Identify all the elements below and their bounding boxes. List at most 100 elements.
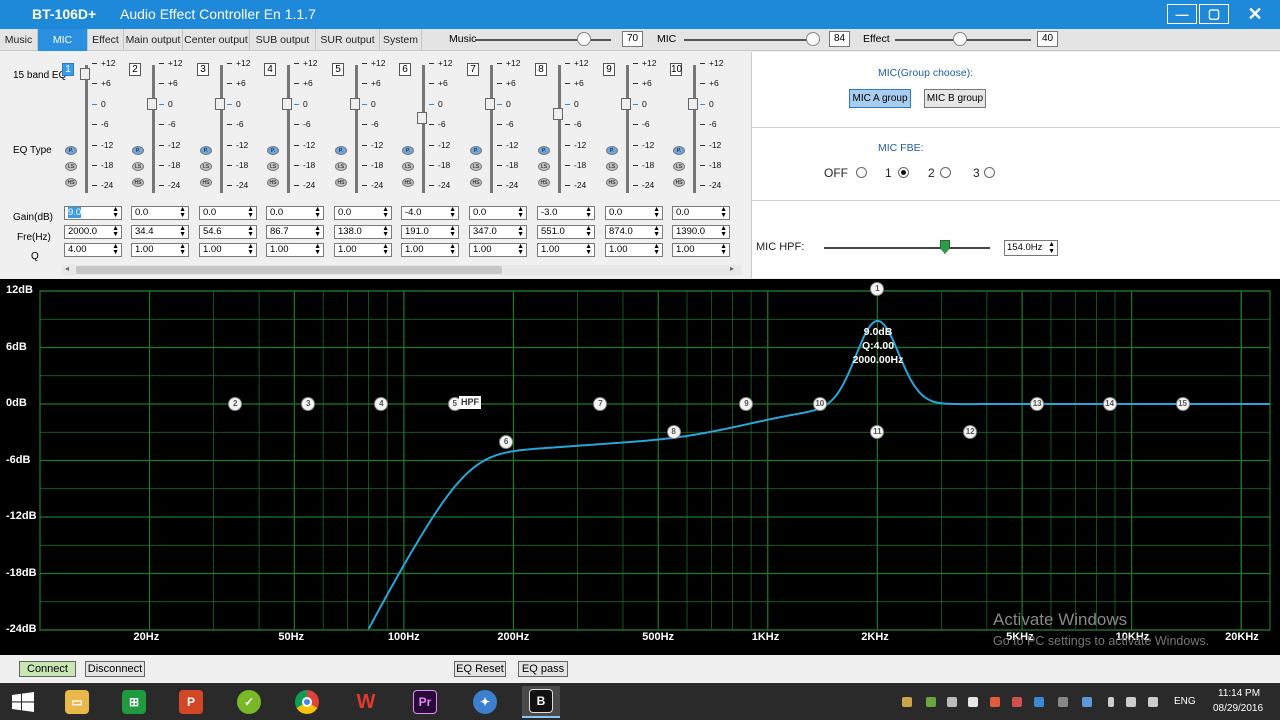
spin-arrows-icon[interactable]: ▲ ▼ bbox=[517, 206, 524, 219]
spin-arrows-icon[interactable]: ▲ ▼ bbox=[449, 243, 456, 256]
spin-arrows-icon[interactable]: ▲ ▼ bbox=[1048, 241, 1055, 255]
eq-type-peak-button[interactable]: P. bbox=[200, 146, 212, 155]
spin-arrows-icon[interactable]: ▲ ▼ bbox=[720, 206, 727, 219]
fbe-3-radio[interactable] bbox=[984, 167, 995, 178]
taskbar-audio-controller[interactable]: B bbox=[522, 686, 560, 718]
band-freq-input[interactable]: 34.4 ▲ ▼ bbox=[131, 225, 189, 239]
eq-node-15[interactable]: 15 bbox=[1175, 397, 1190, 411]
eq-type-lowshelf-button[interactable]: LS bbox=[470, 162, 482, 171]
tray-app-icon[interactable] bbox=[947, 697, 957, 707]
band-fader-thumb[interactable] bbox=[621, 98, 631, 110]
spin-arrows-icon[interactable]: ▲ ▼ bbox=[585, 206, 592, 219]
band-q-input[interactable]: 1.00 ▲ ▼ bbox=[334, 243, 392, 257]
band-fader-track[interactable] bbox=[287, 65, 290, 193]
eq-type-highshelf-button[interactable]: HS bbox=[470, 178, 482, 187]
band-q-input[interactable]: 1.00 ▲ ▼ bbox=[469, 243, 527, 257]
eq-type-highshelf-button[interactable]: HS bbox=[606, 178, 618, 187]
eq-horizontal-scrollbar[interactable]: ◂ ▸ bbox=[62, 264, 742, 275]
eq-type-peak-button[interactable]: P. bbox=[132, 146, 144, 155]
eq-type-lowshelf-button[interactable]: LS bbox=[606, 162, 618, 171]
band-gain-input[interactable]: 9.0 ▲ ▼ bbox=[64, 206, 122, 220]
band-freq-input[interactable]: 86.7 ▲ ▼ bbox=[266, 225, 324, 239]
eq-type-peak-button[interactable]: P. bbox=[335, 146, 347, 155]
scroll-left-icon[interactable]: ◂ bbox=[65, 264, 69, 273]
tray-app-icon[interactable] bbox=[968, 697, 978, 707]
band-gain-input[interactable]: 0.0 ▲ ▼ bbox=[199, 206, 257, 220]
spin-arrows-icon[interactable]: ▲ ▼ bbox=[247, 206, 254, 219]
connect-button[interactable]: Connect bbox=[19, 661, 76, 677]
tray-app-icon[interactable] bbox=[1034, 697, 1044, 707]
tab-sub-output[interactable]: SUB output bbox=[250, 29, 316, 51]
band-freq-input[interactable]: 138.0 ▲ ▼ bbox=[334, 225, 392, 239]
taskbar-store[interactable]: ⊞ bbox=[115, 686, 153, 718]
eq-type-lowshelf-button[interactable]: LS bbox=[65, 162, 77, 171]
eq-type-highshelf-button[interactable]: HS bbox=[200, 178, 212, 187]
eq-type-peak-button[interactable]: P. bbox=[538, 146, 550, 155]
network-icon[interactable] bbox=[1126, 697, 1136, 707]
band-fader-thumb[interactable] bbox=[688, 98, 698, 110]
clock-time[interactable]: 11:14 PM bbox=[1218, 688, 1260, 699]
eq-type-lowshelf-button[interactable]: LS bbox=[673, 162, 685, 171]
effect-volume-thumb[interactable] bbox=[953, 32, 967, 46]
eq-type-highshelf-button[interactable]: HS bbox=[538, 178, 550, 187]
band-fader-track[interactable] bbox=[152, 65, 155, 193]
tray-app-icon[interactable] bbox=[1082, 697, 1092, 707]
mic-hpf-track[interactable] bbox=[824, 247, 990, 249]
band-gain-input[interactable]: 0.0 ▲ ▼ bbox=[334, 206, 392, 220]
tab-music[interactable]: Music bbox=[0, 29, 38, 51]
spin-arrows-icon[interactable]: ▲ ▼ bbox=[449, 206, 456, 219]
mic-volume-track[interactable] bbox=[684, 39, 820, 41]
band-fader-thumb[interactable] bbox=[417, 111, 427, 124]
music-volume-value[interactable]: 70 bbox=[622, 31, 643, 47]
band-freq-input[interactable]: 1390.0 ▲ ▼ bbox=[672, 225, 730, 239]
clock-date[interactable]: 08/29/2016 bbox=[1213, 703, 1263, 714]
band-gain-input[interactable]: -4.0 ▲ ▼ bbox=[401, 206, 459, 220]
band-number[interactable]: 5 bbox=[332, 63, 344, 76]
band-number[interactable]: 2 bbox=[129, 63, 141, 76]
mic-volume-thumb[interactable] bbox=[806, 32, 820, 46]
taskbar-file-explorer[interactable]: ▭ bbox=[58, 686, 96, 718]
spin-arrows-icon[interactable]: ▲ ▼ bbox=[653, 225, 660, 238]
eq-type-highshelf-button[interactable]: HS bbox=[402, 178, 414, 187]
spin-arrows-icon[interactable]: ▲ ▼ bbox=[314, 225, 321, 238]
band-gain-input[interactable]: 0.0 ▲ ▼ bbox=[605, 206, 663, 220]
mic-hpf-thumb[interactable] bbox=[940, 240, 950, 254]
windows-start-icon[interactable] bbox=[12, 692, 34, 712]
taskbar-app-blue[interactable]: ✦ bbox=[466, 686, 504, 718]
spin-arrows-icon[interactable]: ▲ ▼ bbox=[449, 225, 456, 238]
band-fader-thumb[interactable] bbox=[80, 67, 90, 80]
band-fader-track[interactable] bbox=[85, 65, 88, 193]
spin-arrows-icon[interactable]: ▲ ▼ bbox=[314, 243, 321, 256]
band-q-input[interactable]: 1.00 ▲ ▼ bbox=[401, 243, 459, 257]
taskbar-premiere[interactable]: Pr bbox=[406, 686, 444, 718]
mic-hpf-value[interactable]: 154.0Hz ▲ ▼ bbox=[1004, 240, 1058, 256]
spin-arrows-icon[interactable]: ▲ ▼ bbox=[112, 243, 119, 256]
maximize-button[interactable]: ▢ bbox=[1199, 4, 1229, 24]
band-number[interactable]: 9 bbox=[603, 63, 615, 76]
spin-arrows-icon[interactable]: ▲ ▼ bbox=[585, 243, 592, 256]
eq-node-6[interactable]: 6 bbox=[499, 434, 514, 449]
band-fader-track[interactable] bbox=[693, 65, 696, 193]
scroll-right-icon[interactable]: ▸ bbox=[730, 264, 734, 273]
band-fader-thumb[interactable] bbox=[350, 98, 360, 110]
eq-type-lowshelf-button[interactable]: LS bbox=[335, 162, 347, 171]
effect-volume-value[interactable]: 40 bbox=[1037, 31, 1058, 47]
spin-arrows-icon[interactable]: ▲ ▼ bbox=[247, 225, 254, 238]
band-q-input[interactable]: 1.00 ▲ ▼ bbox=[672, 243, 730, 257]
band-q-input[interactable]: 1.00 ▲ ▼ bbox=[131, 243, 189, 257]
spin-arrows-icon[interactable]: ▲ ▼ bbox=[382, 206, 389, 219]
eq-pass-button[interactable]: EQ pass bbox=[518, 661, 568, 677]
band-q-input[interactable]: 1.00 ▲ ▼ bbox=[537, 243, 595, 257]
spin-arrows-icon[interactable]: ▲ ▼ bbox=[653, 206, 660, 219]
eq-type-lowshelf-button[interactable]: LS bbox=[132, 162, 144, 171]
band-fader-track[interactable] bbox=[355, 65, 358, 193]
eq-type-lowshelf-button[interactable]: LS bbox=[267, 162, 279, 171]
tab-main-output[interactable]: Main output bbox=[124, 29, 183, 51]
tab-effect[interactable]: Effect bbox=[88, 29, 124, 51]
band-q-input[interactable]: 1.00 ▲ ▼ bbox=[605, 243, 663, 257]
spin-arrows-icon[interactable]: ▲ ▼ bbox=[720, 225, 727, 238]
minimize-button[interactable]: — bbox=[1167, 4, 1197, 24]
tray-app-icon[interactable] bbox=[1058, 697, 1068, 707]
eq-type-peak-button[interactable]: P. bbox=[65, 146, 77, 155]
band-number[interactable]: 3 bbox=[197, 63, 209, 76]
